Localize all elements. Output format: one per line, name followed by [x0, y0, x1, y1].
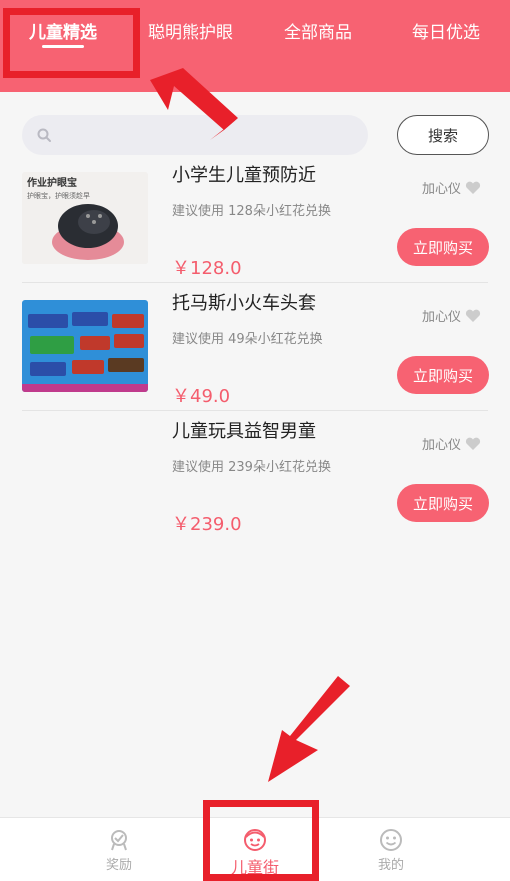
heart-icon — [465, 181, 481, 194]
nav-item-rewards[interactable]: 奖励 — [79, 828, 159, 873]
product-title[interactable]: 托马斯小火车头套 — [172, 289, 316, 315]
add-favorite-label: 加心仪 — [422, 310, 462, 325]
nav-label: 奖励 — [105, 858, 132, 873]
search-button[interactable]: 搜索 — [397, 115, 489, 155]
product-image-subcaption: 护眼宝，护眼须趁早 — [27, 191, 90, 200]
medal-icon — [111, 830, 127, 851]
product-exchange-hint: 建议使用 128朵小红花兑换 — [172, 204, 331, 219]
product-list: 作业护眼宝 护眼宝，护眼须趁早 小学生儿童预防近 建议使用 128朵小红花兑换 … — [0, 155, 510, 539]
product-exchange-hint: 建议使用 49朵小红花兑换 — [172, 332, 323, 347]
product-item[interactable]: 作业护眼宝 护眼宝，护眼须趁早 小学生儿童预防近 建议使用 128朵小红花兑换 … — [22, 155, 489, 283]
add-favorite-label: 加心仪 — [422, 438, 462, 453]
product-image-eye-protector[interactable]: 作业护眼宝 护眼宝，护眼须趁早 — [22, 172, 148, 264]
product-price: ￥49.0 — [172, 386, 231, 407]
highlight-box-bottom-nav — [203, 800, 319, 881]
product-item[interactable]: 托马斯小火车头套 建议使用 49朵小红花兑换 ￥49.0 加心仪 立即购买 — [22, 283, 489, 411]
buy-now-button[interactable]: 立即购买 — [397, 228, 489, 266]
buy-now-button[interactable]: 立即购买 — [397, 484, 489, 522]
heart-icon — [465, 309, 481, 322]
product-image-caption: 作业护眼宝 — [27, 176, 77, 189]
search-input[interactable] — [62, 115, 362, 155]
add-favorite-button[interactable]: 加心仪 — [422, 434, 481, 453]
add-favorite-button[interactable]: 加心仪 — [422, 306, 481, 325]
product-price: ￥128.0 — [172, 258, 242, 279]
smiley-icon — [380, 829, 402, 851]
search-icon — [37, 128, 51, 142]
tab-smart-bear-eye-care[interactable]: 聪明熊护眼 — [148, 18, 233, 43]
product-title[interactable]: 小学生儿童预防近 — [172, 161, 316, 187]
search-bar — [22, 115, 368, 155]
nav-label: 我的 — [377, 858, 404, 873]
product-item[interactable]: 儿童玩具益智男童 建议使用 239朵小红花兑换 ￥239.0 加心仪 立即购买 — [22, 411, 489, 539]
product-price: ￥239.0 — [172, 514, 242, 535]
add-favorite-button[interactable]: 加心仪 — [422, 178, 481, 197]
heart-icon — [465, 437, 481, 450]
nav-item-mine[interactable]: 我的 — [351, 828, 431, 873]
tab-all-products[interactable]: 全部商品 — [284, 18, 352, 43]
buy-now-button[interactable]: 立即购买 — [397, 356, 489, 394]
add-favorite-label: 加心仪 — [422, 182, 462, 197]
arrow-icon-bottom — [268, 676, 350, 782]
product-image-thomas-train[interactable] — [22, 300, 148, 392]
highlight-box-top-tab — [3, 8, 140, 78]
tab-daily-picks[interactable]: 每日优选 — [412, 18, 480, 43]
product-title[interactable]: 儿童玩具益智男童 — [172, 417, 316, 443]
product-exchange-hint: 建议使用 239朵小红花兑换 — [172, 460, 331, 475]
